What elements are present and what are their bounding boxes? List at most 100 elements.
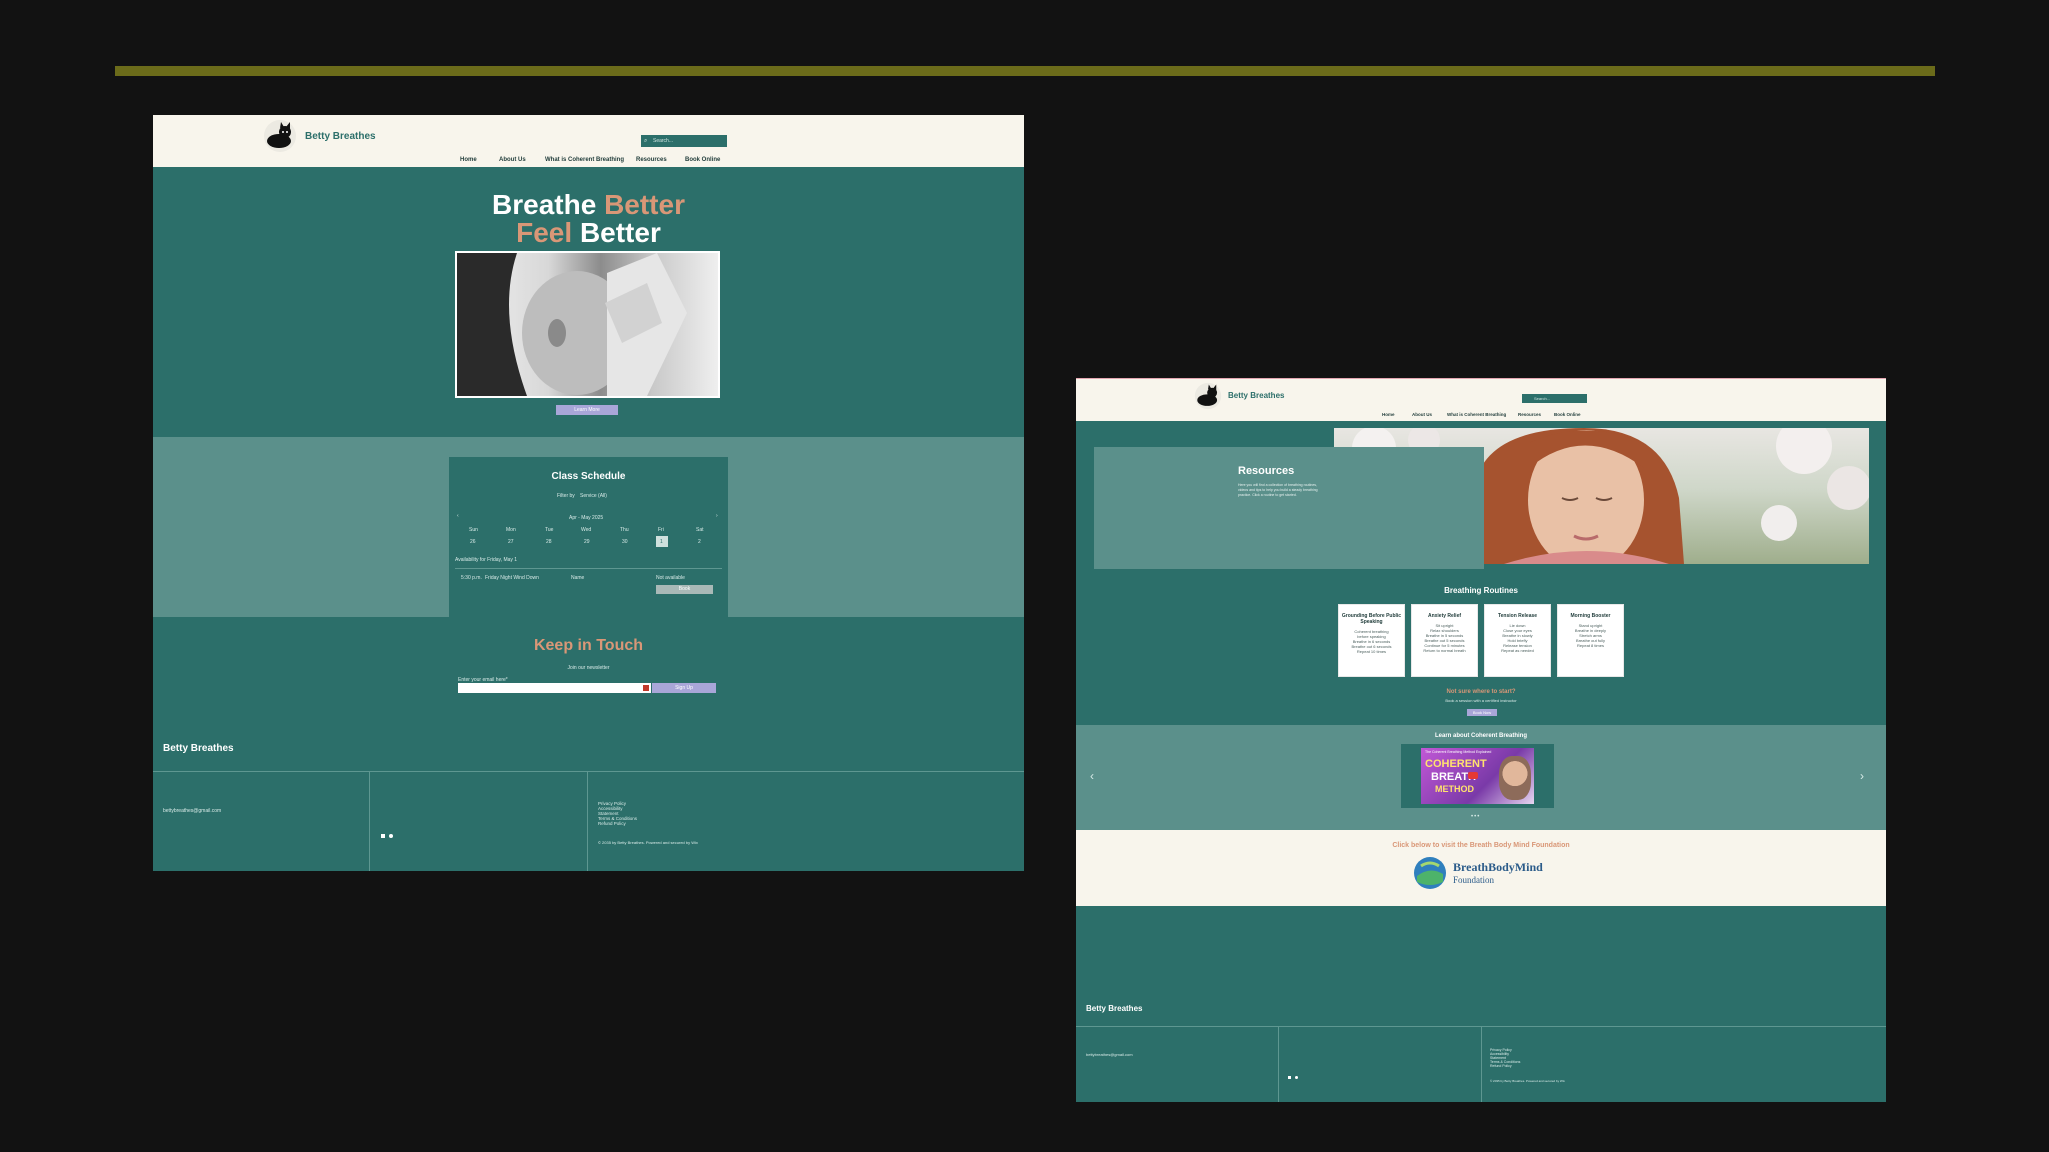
right-website-screenshot: Betty Breathes Search... Home About Us W… [1076,378,1886,1102]
weekday-sat: Sat [696,527,704,533]
video-caption: The Coherent Breathing Method Explained [1425,750,1492,754]
foundation-band: Click below to visit the Breath Body Min… [1076,830,1886,906]
top-accent-bar [115,66,1935,76]
nav-coherent-breathing[interactable]: What is Coherent Breathing [545,157,624,163]
footer-copyright: © 2035 by Betty Breathes. Powered and se… [1490,1079,1565,1083]
facebook-icon[interactable] [1288,1076,1291,1079]
hero-word-better-2: Better [579,217,661,248]
nav-about-us[interactable]: About Us [499,157,526,163]
footer-email[interactable]: bettybreathes@gmail.com [1086,1052,1133,1057]
prev-week-icon[interactable]: ‹ [457,513,459,519]
routine-body: Lie down Close your eyes Breathe in slow… [1501,623,1534,653]
schedule-title: Class Schedule [551,471,626,482]
footer-brand: Betty Breathes [163,743,234,754]
footer-links: Privacy Policy Accessibility Statement T… [1490,1048,1520,1068]
footer-copyright: © 2035 by Betty Breathes. Powered and se… [598,840,698,845]
carousel-dots: ••• [1471,814,1481,820]
nav-coherent-breathing[interactable]: What is Coherent Breathing [1447,412,1506,417]
routine-title: Grounding Before Public Speaking [1341,613,1402,625]
not-sure-subtitle: Book a session with a certified instruct… [1445,698,1517,703]
book-now-button[interactable]: Book Now [1467,709,1497,716]
routine-card[interactable]: Morning Booster Stand upright Breathe in… [1557,604,1624,677]
carousel-next-icon[interactable]: › [1860,769,1864,783]
email-field[interactable] [458,683,651,693]
right-header: Betty Breathes Search... Home About Us W… [1076,378,1886,421]
nav-resources[interactable]: Resources [636,157,667,163]
nav-about-us[interactable]: About Us [1412,412,1432,417]
routine-card[interactable]: Anxiety Relief Sit upright Relax shoulde… [1411,604,1478,677]
facebook-icon[interactable] [381,834,385,838]
brand-name[interactable]: Betty Breathes [305,131,376,142]
nav-resources[interactable]: Resources [1518,412,1541,417]
cat-logo-icon [1194,382,1222,410]
newsletter-subtitle: Join our newsletter [567,665,610,671]
book-button[interactable]: Book [656,585,713,594]
routine-card[interactable]: Grounding Before Public Speaking Coheren… [1338,604,1405,677]
date-1[interactable]: 1 [660,539,663,545]
slot-name[interactable]: Friday Night Wind Down [485,575,539,581]
hero-word-better: Better [604,189,685,220]
video-thumbnail[interactable]: The Coherent Breathing Method Explained … [1401,744,1554,808]
nav-book-online[interactable]: Book Online [1554,412,1581,417]
video-line-1: COHERENT [1425,758,1487,770]
learn-more-button[interactable]: Learn More [556,405,618,415]
search-input[interactable]: Search... [1522,394,1587,403]
date-29[interactable]: 29 [584,539,590,545]
routine-body: Stand upright Breathe in deeply Stretch … [1574,623,1607,648]
class-schedule-widget: Class Schedule Filter by Service (All) ‹… [449,457,728,617]
footer-divider-1 [369,771,370,871]
search-icon: ⌕ [644,138,648,144]
filter-label: Filter by [557,493,575,499]
bbm-foundation: Foundation [1453,875,1495,885]
not-sure-title: Not sure where to start? [1446,689,1516,695]
sign-up-button[interactable]: Sign Up [652,683,716,693]
date-2[interactable]: 2 [698,539,701,545]
nav-book-online[interactable]: Book Online [685,157,720,163]
refund-policy-link[interactable]: Refund Policy [598,821,637,826]
video-line-3: METHOD [1435,784,1474,794]
next-week-icon[interactable]: › [716,513,718,519]
search-input[interactable]: Search... [641,135,727,147]
weekday-thu: Thu [620,527,629,533]
date-30[interactable]: 30 [622,539,628,545]
routine-title: Tension Release [1497,613,1538,619]
date-27[interactable]: 27 [508,539,514,545]
presenter-portrait [1499,756,1531,800]
carousel-prev-icon[interactable]: ‹ [1090,769,1094,783]
bbm-name[interactable]: BreathBodyMind [1453,860,1543,875]
routine-title: Morning Booster [1570,613,1611,619]
instagram-icon[interactable] [1295,1076,1299,1079]
date-26[interactable]: 26 [470,539,476,545]
slot-name-column: Name [571,575,585,581]
date-range: Apr - May 2025 [569,515,604,521]
hero-word-feel: Feel [516,217,573,248]
hero-title-line-2: Feel Better [153,217,1024,249]
weekday-sun: Sun [469,527,478,533]
brand-name[interactable]: Betty Breathes [1228,391,1284,400]
instagram-icon[interactable] [389,834,394,838]
bbm-globe-icon[interactable] [1413,856,1447,890]
left-website-screenshot: Betty Breathes Search... ⌕ Home About Us… [153,115,1024,871]
date-28[interactable]: 28 [546,539,552,545]
footer-top-line [153,771,1024,772]
footer-links: Privacy Policy Accessibility Statement T… [598,801,637,826]
left-header: Betty Breathes Search... ⌕ Home About Us… [153,115,1024,167]
nav-home[interactable]: Home [460,157,477,163]
social-icons [1288,1066,1299,1084]
hero-word-breathe: Breathe [492,189,597,220]
hero-photo [455,251,720,398]
weekday-wed: Wed [581,527,592,533]
refund-policy-link[interactable]: Refund Policy [1490,1064,1520,1068]
service-filter-select[interactable]: Service (All) [580,493,607,499]
resources-panel: Resources Here you will find a collectio… [1094,447,1484,569]
routine-card[interactable]: Tension Release Lie down Close your eyes… [1484,604,1551,677]
footer-email[interactable]: bettybreathes@gmail.com [163,808,221,814]
schedule-divider [455,568,722,569]
availability-text: Availability for Friday, May 1 [455,557,518,563]
keep-in-touch-title: Keep in Touch [533,637,644,654]
nav-home[interactable]: Home [1382,412,1395,417]
play-icon[interactable] [1468,772,1478,779]
footer-divider-1 [1278,1026,1279,1102]
schedule-band: Class Schedule Filter by Service (All) ‹… [153,437,1024,617]
visit-foundation-text: Click below to visit the Breath Body Min… [1392,842,1570,849]
